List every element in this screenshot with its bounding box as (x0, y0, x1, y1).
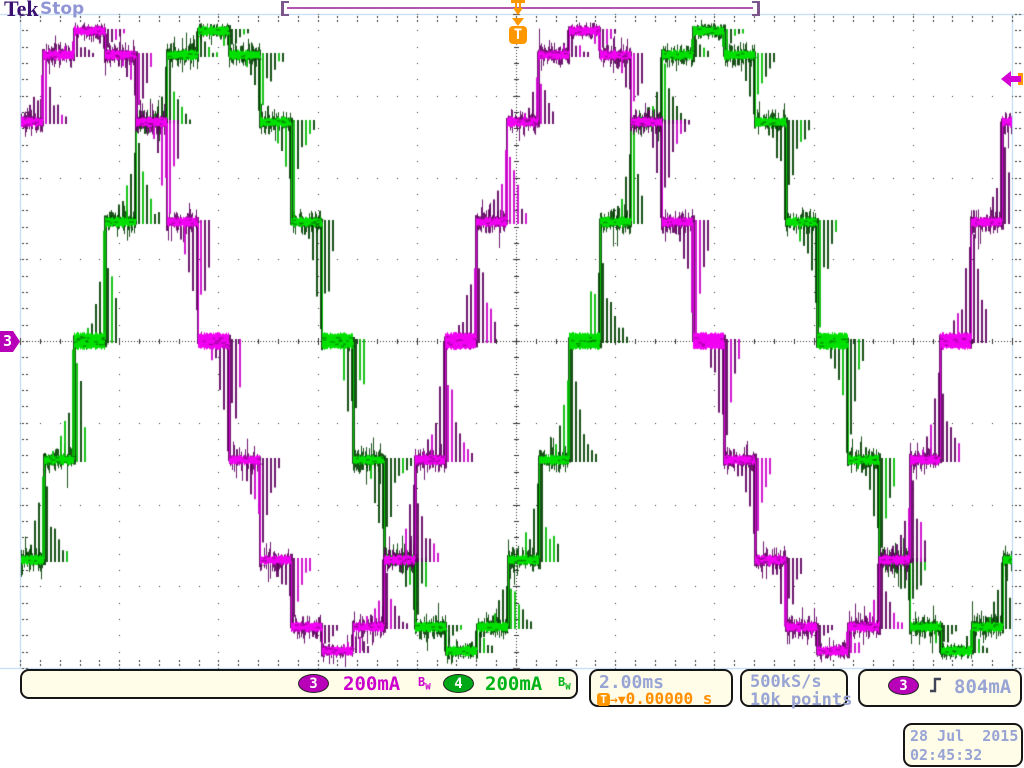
channel-readout-box: 3 200mA BW 4 200mA BW (20, 669, 578, 699)
bw-sub: W (425, 682, 430, 692)
date-text: 28 Jul 2015 (910, 727, 1018, 745)
time-text: 02:45:32 (910, 746, 982, 764)
record-length: 10k points (750, 690, 852, 710)
ch4-bandwidth-icon: BW (558, 675, 571, 692)
bw-sub: W (565, 682, 570, 692)
ch3-bandwidth-icon: BW (418, 675, 431, 692)
ch3-scale[interactable]: 200mA (343, 673, 400, 695)
trigger-delay-value[interactable]: 0.00000 s (626, 689, 713, 708)
tek-logo: Tek (4, 0, 39, 22)
trigger-t-icon: T (509, 26, 527, 44)
timebase-box: 2.00ms T→▼0.00000 s (589, 669, 733, 707)
oscilloscope-screen: Tek Stop T 3 3 200mA BW 4 200mA BW 2.00m… (0, 0, 1024, 768)
ch4-badge[interactable]: 4 (443, 674, 474, 693)
expansion-point-icon[interactable] (510, 0, 526, 16)
trigger-level-value[interactable]: 804mA (954, 676, 1011, 698)
waveform-display (0, 0, 1024, 768)
trigger-position-arrow-icon (512, 18, 524, 26)
acquisition-box: 500kS/s 10k points (740, 669, 848, 707)
acquisition-status: Stop (40, 0, 84, 19)
sample-rate: 500kS/s (750, 672, 822, 692)
trigger-slope-icon (928, 675, 944, 695)
trigger-delay-row: T→▼0.00000 s (597, 689, 712, 708)
ch3-badge[interactable]: 3 (298, 674, 329, 693)
trigger-delay-t-icon: T (597, 693, 610, 706)
ch4-scale[interactable]: 200mA (485, 673, 542, 695)
trigger-source-badge[interactable]: 3 (888, 676, 919, 695)
record-bar-left-bracket (281, 1, 289, 16)
trigger-delay-arrows-icon: →▼ (610, 693, 626, 708)
record-bar-right-bracket (752, 1, 760, 16)
datetime-box: 28 Jul 2015 02:45:32 (903, 723, 1023, 767)
trigger-readout-box: 3 804mA (858, 669, 1022, 707)
